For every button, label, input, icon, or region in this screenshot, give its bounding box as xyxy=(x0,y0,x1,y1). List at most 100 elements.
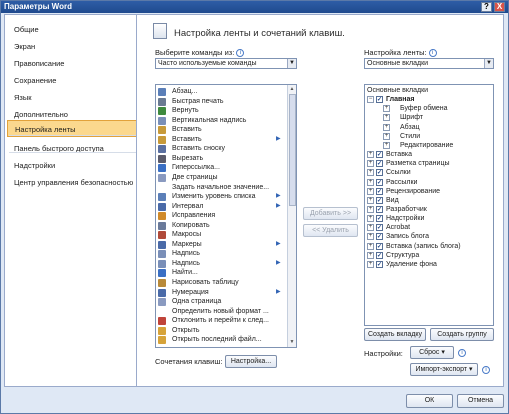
ribbon-tree-item[interactable]: + ✓ Запись блога xyxy=(365,232,493,241)
close-button[interactable]: X xyxy=(494,2,505,12)
command-list-item[interactable]: Одна страница xyxy=(156,297,286,307)
tab-checkbox[interactable]: ✓ xyxy=(376,187,383,195)
ribbon-tree-item[interactable]: + Стили xyxy=(365,132,493,141)
expand-icon[interactable]: + xyxy=(383,105,390,113)
command-list-item[interactable]: Вставить xyxy=(156,125,286,135)
ribbon-tree-item[interactable]: + ✓ Удаление фона xyxy=(365,260,493,269)
command-list-item[interactable]: Макросы xyxy=(156,230,286,240)
command-list-item[interactable]: Быстрая печать xyxy=(156,97,286,106)
ribbon-tree-item[interactable]: + ✓ Ссылки xyxy=(365,168,493,177)
tab-checkbox[interactable]: ✓ xyxy=(376,251,383,259)
expand-icon[interactable]: + xyxy=(367,160,374,168)
command-list-item[interactable]: Вставить ▶ xyxy=(156,135,286,144)
tab-checkbox[interactable]: ✓ xyxy=(376,160,383,168)
expand-icon[interactable]: + xyxy=(367,242,374,250)
expand-icon[interactable]: + xyxy=(383,123,390,131)
command-list-item[interactable]: Гиперссылка... xyxy=(156,163,286,173)
command-list-item[interactable]: Вертикальная надпись xyxy=(156,116,286,125)
tab-checkbox[interactable]: ✓ xyxy=(376,196,383,204)
tab-checkbox[interactable]: ✓ xyxy=(376,260,383,268)
expand-icon[interactable]: + xyxy=(383,141,390,149)
command-list-item[interactable]: Интервал ▶ xyxy=(156,202,286,211)
command-list-item[interactable]: Надпись ▶ xyxy=(156,259,286,268)
tab-checkbox[interactable]: ✓ xyxy=(376,205,383,213)
scroll-down-icon[interactable]: ▼ xyxy=(288,338,296,346)
ribbon-tree-item[interactable]: + ✓ Разметка страницы xyxy=(365,159,493,168)
new-group-button[interactable]: Создать группу xyxy=(430,328,494,341)
command-list-item[interactable]: Исправления xyxy=(156,211,286,221)
command-list-item[interactable]: Копировать xyxy=(156,221,286,230)
expand-icon[interactable]: + xyxy=(367,196,374,204)
ribbon-tree-item[interactable]: + ✓ Рецензирование xyxy=(365,187,493,196)
ribbon-tree-item[interactable]: + ✓ Разработчик xyxy=(365,205,493,214)
expand-icon[interactable]: + xyxy=(367,205,374,213)
customize-shortcuts-button[interactable]: Настройка... xyxy=(225,355,277,368)
ribbon-tree-item[interactable]: + ✓ Вставка (запись блога) xyxy=(365,242,493,251)
command-list-item[interactable]: Вставить сноску xyxy=(156,144,286,154)
remove-button[interactable]: << Удалить xyxy=(303,224,358,237)
commands-scrollbar[interactable]: ▲ ▼ xyxy=(287,85,296,347)
ribbon-tabs-combo[interactable]: Основные вкладки ▼ xyxy=(364,58,494,69)
cancel-button[interactable]: Отмена xyxy=(457,394,504,408)
tab-checkbox[interactable]: ✓ xyxy=(376,96,383,104)
tab-checkbox[interactable]: ✓ xyxy=(376,151,383,159)
command-list-item[interactable]: Маркеры ▶ xyxy=(156,240,286,249)
command-list-item[interactable]: Открыть последний файл... xyxy=(156,335,286,345)
new-tab-button[interactable]: Создать вкладку xyxy=(364,328,426,341)
expand-icon[interactable]: + xyxy=(367,215,374,223)
command-list-item[interactable]: Определить новый формат ... xyxy=(156,307,286,316)
ribbon-tree-item[interactable]: + ✓ Вид xyxy=(365,196,493,205)
ribbon-tree-item[interactable]: − ✓ Главная xyxy=(365,95,493,104)
tab-checkbox[interactable]: ✓ xyxy=(376,233,383,241)
expand-icon[interactable]: + xyxy=(367,233,374,241)
command-list-item[interactable]: Открыть xyxy=(156,326,286,335)
ribbon-tree-item[interactable]: + ✓ Структура xyxy=(365,251,493,260)
command-list-item[interactable]: Нарисовать таблицу xyxy=(156,278,286,287)
command-list-item[interactable]: Нумерация ▶ xyxy=(156,288,286,297)
expand-icon[interactable]: + xyxy=(367,224,374,232)
chevron-down-icon[interactable]: ▼ xyxy=(287,59,296,68)
command-list-item[interactable]: Абзац... xyxy=(156,87,286,96)
scroll-thumb[interactable] xyxy=(289,94,296,206)
ribbon-tree-item[interactable]: + Буфер обмена xyxy=(365,104,493,113)
ribbon-tree-item[interactable]: + Абзац xyxy=(365,123,493,132)
command-list-item[interactable]: Задать начальное значение... xyxy=(156,183,286,192)
ribbon-tree-item[interactable]: + ✓ Вставка xyxy=(365,150,493,159)
ribbon-tree-item[interactable]: + ✓ Рассылки xyxy=(365,178,493,187)
tab-checkbox[interactable]: ✓ xyxy=(376,169,383,177)
command-list-item[interactable]: Вернуть xyxy=(156,106,286,116)
command-list-item[interactable]: Отклонить и перейти к след... xyxy=(156,316,286,326)
expand-icon[interactable]: + xyxy=(367,260,374,268)
expand-icon[interactable]: + xyxy=(383,132,390,140)
commands-list[interactable]: Открыть последний файл... Открыть Отклонит… xyxy=(155,84,297,348)
expand-icon[interactable]: + xyxy=(367,169,374,177)
commands-source-combo[interactable]: Часто используемые команды ▼ xyxy=(155,58,297,69)
tab-checkbox[interactable]: ✓ xyxy=(376,178,383,186)
command-list-item[interactable]: Надпись xyxy=(156,249,286,259)
tab-checkbox[interactable]: ✓ xyxy=(376,242,383,250)
collapse-icon[interactable]: − xyxy=(367,96,374,104)
tab-checkbox[interactable]: ✓ xyxy=(376,215,383,223)
ribbon-tree[interactable]: Основные вкладки − ✓ Главная + Буфер обмена + Ш… xyxy=(364,84,494,326)
expand-icon[interactable]: + xyxy=(367,151,374,159)
ok-button[interactable]: ОК xyxy=(406,394,453,408)
expand-icon[interactable]: + xyxy=(367,251,374,259)
command-list-item[interactable]: Изменить уровень списка ▶ xyxy=(156,192,286,202)
reset-button[interactable]: Сброс ▾ xyxy=(410,346,454,359)
help-button[interactable]: ? xyxy=(481,2,492,12)
command-list-item[interactable]: Вырезать xyxy=(156,154,286,163)
ribbon-tree-item[interactable]: Основные вкладки xyxy=(365,86,493,95)
ribbon-tree-item[interactable]: + Редактирование xyxy=(365,141,493,150)
ribbon-tree-item[interactable]: + Шрифт xyxy=(365,113,493,122)
command-list-item[interactable]: Найти... xyxy=(156,268,286,278)
expand-icon[interactable]: + xyxy=(367,187,374,195)
tab-checkbox[interactable]: ✓ xyxy=(376,224,383,232)
import-export-button[interactable]: Импорт-экспорт ▾ xyxy=(410,363,478,376)
scroll-up-icon[interactable]: ▲ xyxy=(288,85,296,93)
command-list-item[interactable]: Две страницы xyxy=(156,173,286,182)
ribbon-tree-item[interactable]: + ✓ Acrobat xyxy=(365,223,493,232)
add-button[interactable]: Добавить >> xyxy=(303,207,358,220)
ribbon-tree-item[interactable]: + ✓ Надстройки xyxy=(365,214,493,223)
expand-icon[interactable]: + xyxy=(383,114,390,122)
expand-icon[interactable]: + xyxy=(367,178,374,186)
